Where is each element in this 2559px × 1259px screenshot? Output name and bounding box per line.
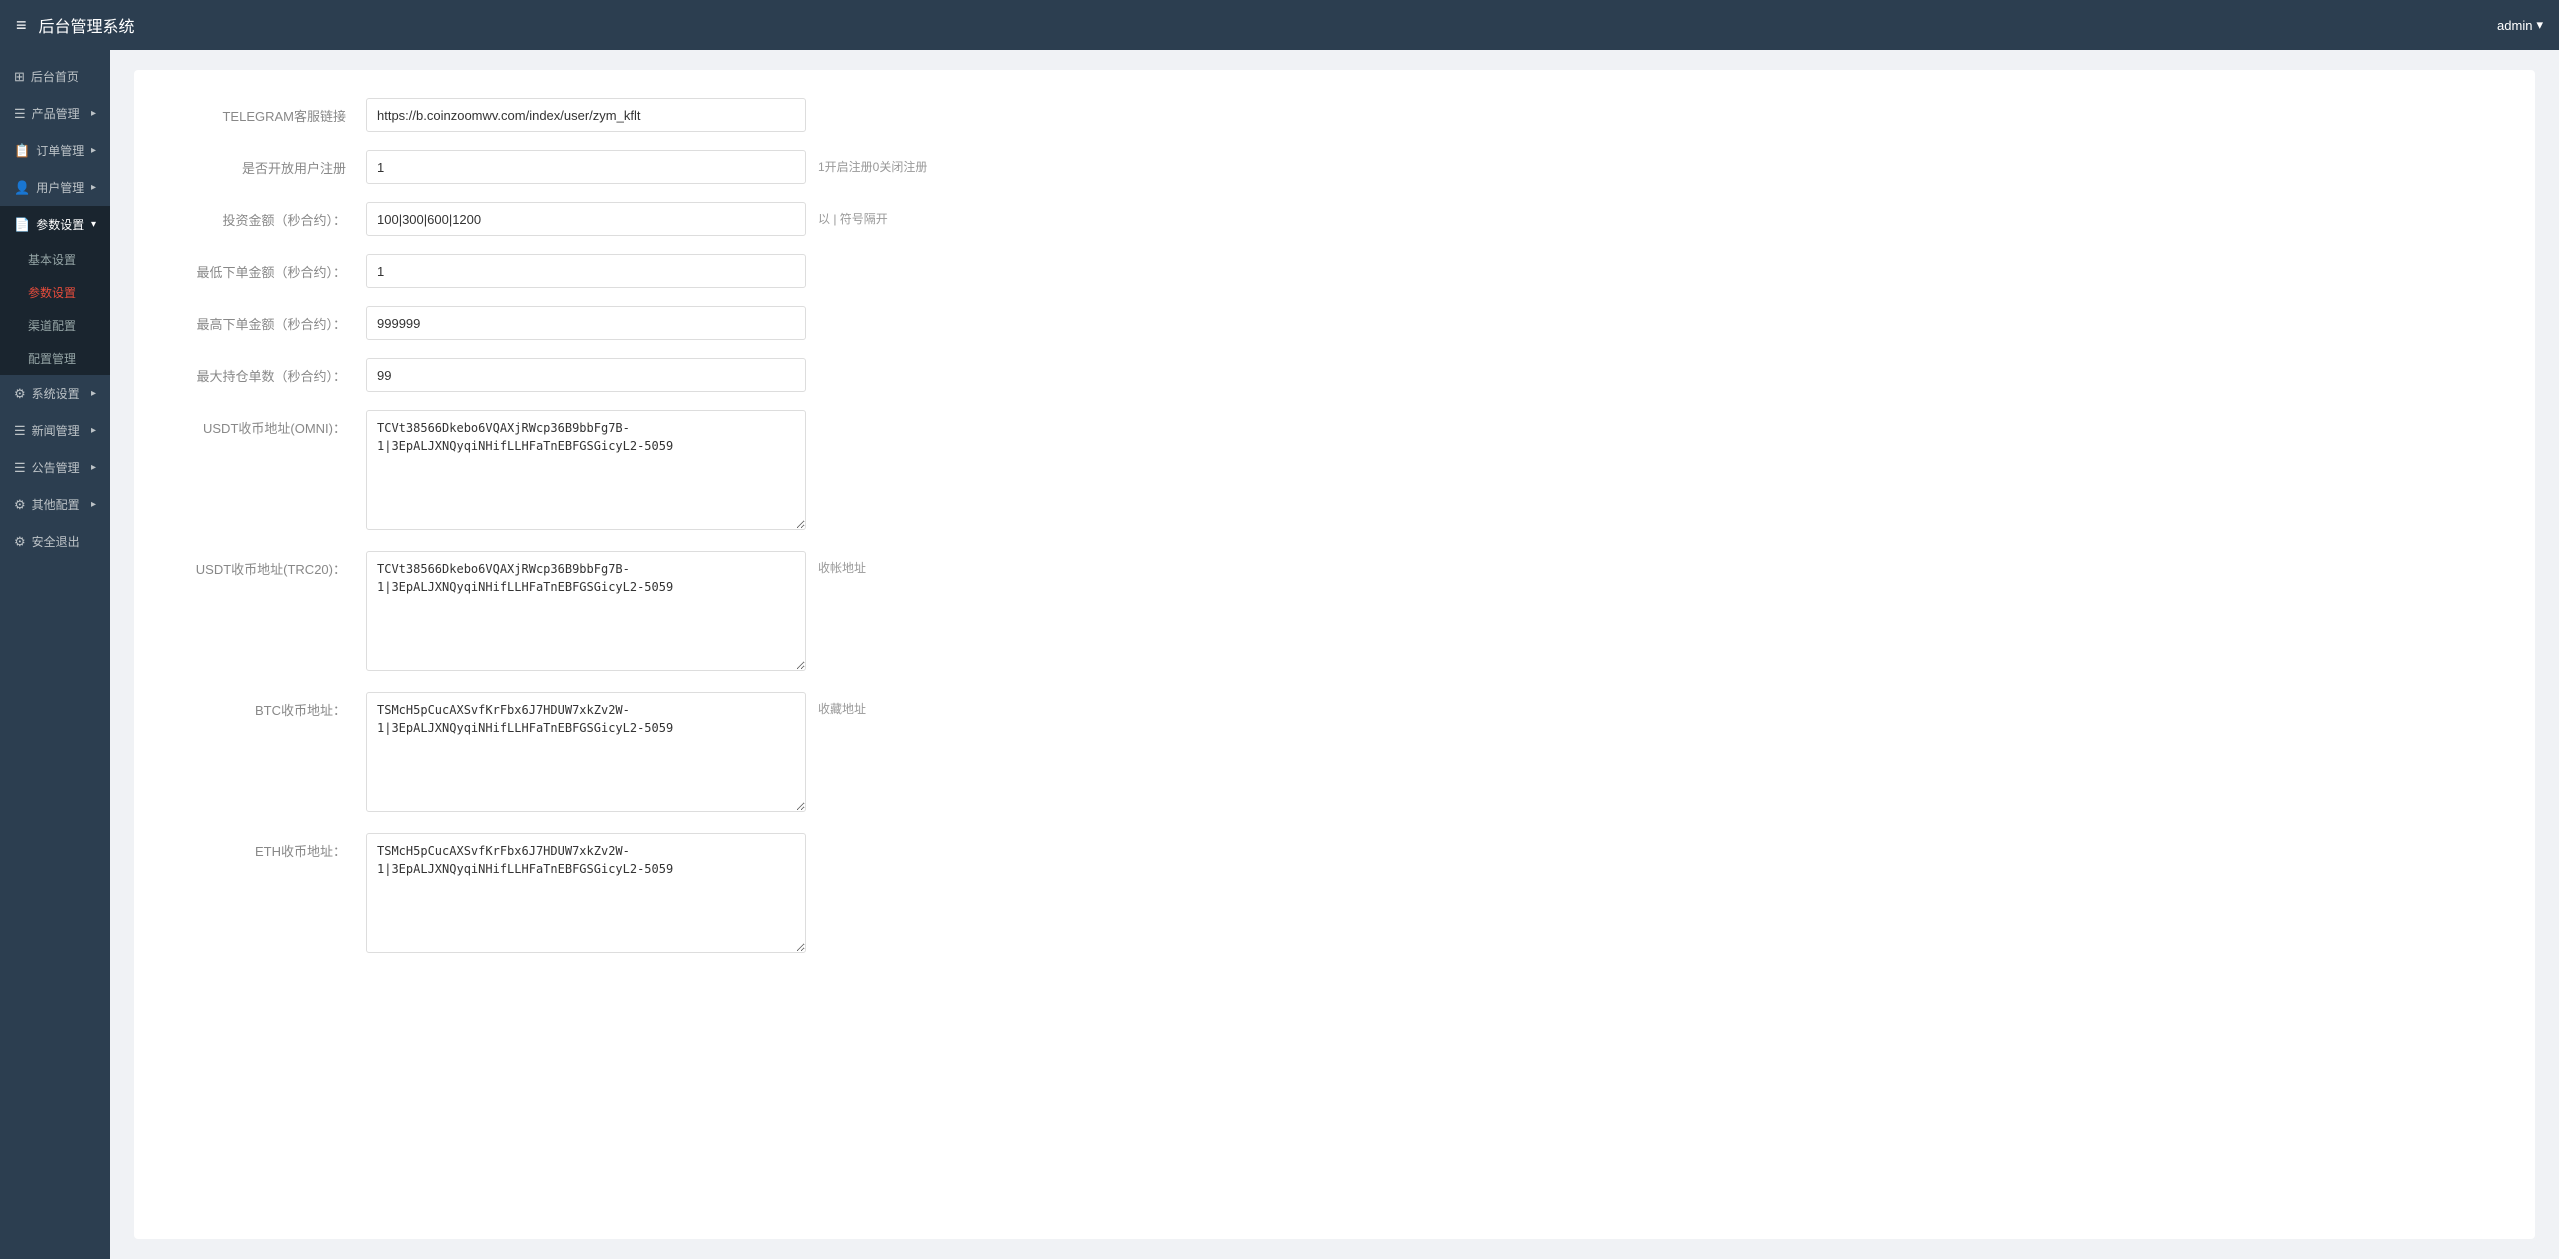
- wrap-invest: [366, 202, 806, 236]
- wrap-btc: TSMcH5pCucAXSvfKrFbx6J7HDUW7xkZv2W-1|3Ep…: [366, 692, 806, 815]
- label-invest: 投资金额（秒合约）：: [166, 202, 366, 229]
- sidebar-item-logout[interactable]: ⚙ 安全退出: [0, 523, 110, 560]
- form-row-telegram: TELEGRAM客服链接: [166, 98, 2503, 132]
- input-min-order[interactable]: [366, 254, 806, 288]
- dashboard-icon: ⊞: [14, 69, 25, 85]
- form-row-usdt-omni: USDT收币地址(OMNI)： TCVt38566Dkebo6VQAXjRWcp…: [166, 410, 2503, 533]
- label-btc: BTC收币地址：: [166, 692, 366, 719]
- textarea-btc[interactable]: TSMcH5pCucAXSvfKrFbx6J7HDUW7xkZv2W-1|3Ep…: [366, 692, 806, 812]
- wrap-max-pos: [366, 358, 806, 392]
- input-max-order[interactable]: [366, 306, 806, 340]
- textarea-usdt-trc20[interactable]: TCVt38566Dkebo6VQAXjRWcp36B9bbFg7B-1|3Ep…: [366, 551, 806, 671]
- logout-icon: ⚙: [14, 534, 26, 550]
- sidebar-item-system[interactable]: ⚙ 系统设置 ▸: [0, 375, 110, 412]
- form-row-max-order: 最高下单金额（秒合约）：: [166, 306, 2503, 340]
- sidebar-label-params: 参数设置: [36, 216, 84, 233]
- submenu-params[interactable]: 参数设置: [0, 276, 110, 309]
- wrap-eth: TSMcH5pCucAXSvfKrFbx6J7HDUW7xkZv2W-1|3Ep…: [366, 833, 806, 956]
- label-eth: ETH收币地址：: [166, 833, 366, 860]
- products-icon: ☰: [14, 106, 26, 122]
- submenu-config[interactable]: 配置管理: [0, 342, 110, 375]
- wrap-usdt-trc20: TCVt38566Dkebo6VQAXjRWcp36B9bbFg7B-1|3Ep…: [366, 551, 806, 674]
- content-card: TELEGRAM客服链接 是否开放用户注册 1开启注册0关闭注册 投资金额（秒合…: [134, 70, 2535, 1239]
- label-max-order: 最高下单金额（秒合约）：: [166, 306, 366, 333]
- params-icon: 📄: [14, 217, 30, 233]
- sidebar-label-news: 新闻管理: [32, 422, 80, 439]
- textarea-eth[interactable]: TSMcH5pCucAXSvfKrFbx6J7HDUW7xkZv2W-1|3Ep…: [366, 833, 806, 953]
- form-row-usdt-trc20: USDT收币地址(TRC20)： TCVt38566Dkebo6VQAXjRWc…: [166, 551, 2503, 674]
- label-usdt-omni: USDT收币地址(OMNI)：: [166, 410, 366, 437]
- label-usdt-trc20: USDT收币地址(TRC20)：: [166, 551, 366, 578]
- label-register: 是否开放用户注册: [166, 150, 366, 177]
- wrap-max-order: [366, 306, 806, 340]
- users-arrow-icon: ▸: [91, 182, 96, 193]
- sidebar-item-dashboard[interactable]: ⊞ 后台首页: [0, 58, 110, 95]
- sidebar-item-products[interactable]: ☰ 产品管理 ▸: [0, 95, 110, 132]
- user-arrow-icon: ▾: [2536, 17, 2543, 33]
- sidebar-item-announcement[interactable]: ☰ 公告管理 ▸: [0, 449, 110, 486]
- hamburger-icon[interactable]: ≡: [16, 15, 27, 36]
- sidebar-item-news[interactable]: ☰ 新闻管理 ▸: [0, 412, 110, 449]
- input-register[interactable]: [366, 150, 806, 184]
- label-telegram: TELEGRAM客服链接: [166, 98, 366, 125]
- hint-register: 1开启注册0关闭注册: [806, 150, 927, 175]
- form-row-min-order: 最低下单金额（秒合约）：: [166, 254, 2503, 288]
- submenu-channel[interactable]: 渠道配置: [0, 309, 110, 342]
- app-title: 后台管理系统: [39, 13, 135, 37]
- sidebar-label-dashboard: 后台首页: [31, 68, 79, 85]
- sidebar-label-users: 用户管理: [36, 179, 84, 196]
- hint-invest: 以 | 符号隔开: [806, 202, 888, 227]
- form-row-max-pos: 最大持仓单数（秒合约）：: [166, 358, 2503, 392]
- sidebar-label-orders: 订单管理: [36, 142, 84, 159]
- label-max-pos: 最大持仓单数（秒合约）：: [166, 358, 366, 385]
- form-row-register: 是否开放用户注册 1开启注册0关闭注册: [166, 150, 2503, 184]
- input-max-pos[interactable]: [366, 358, 806, 392]
- header-left: ≡ 后台管理系统: [16, 13, 135, 37]
- sidebar-label-products: 产品管理: [32, 105, 80, 122]
- sidebar-item-other[interactable]: ⚙ 其他配置 ▸: [0, 486, 110, 523]
- user-menu[interactable]: admin ▾: [2497, 17, 2543, 33]
- sidebar-label-other: 其他配置: [32, 496, 80, 513]
- params-arrow-icon: ▾: [91, 219, 96, 230]
- wrap-register: [366, 150, 806, 184]
- wrap-usdt-omni: TCVt38566Dkebo6VQAXjRWcp36B9bbFg7B-1|3Ep…: [366, 410, 806, 533]
- hint-usdt-trc20: 收帐地址: [806, 551, 866, 576]
- form-row-btc: BTC收币地址： TSMcH5pCucAXSvfKrFbx6J7HDUW7xkZ…: [166, 692, 2503, 815]
- form-row-eth: ETH收币地址： TSMcH5pCucAXSvfKrFbx6J7HDUW7xkZ…: [166, 833, 2503, 956]
- input-invest[interactable]: [366, 202, 806, 236]
- input-telegram[interactable]: [366, 98, 806, 132]
- label-min-order: 最低下单金额（秒合约）：: [166, 254, 366, 281]
- other-icon: ⚙: [14, 497, 26, 513]
- products-arrow-icon: ▸: [91, 108, 96, 119]
- orders-icon: 📋: [14, 143, 30, 159]
- orders-arrow-icon: ▸: [91, 145, 96, 156]
- sidebar: ⊞ 后台首页 ☰ 产品管理 ▸ 📋 订单管理 ▸ 👤 用户管理 ▸ 📄 参数设置…: [0, 50, 110, 1259]
- submenu-basic[interactable]: 基本设置: [0, 243, 110, 276]
- form-row-invest: 投资金额（秒合约）： 以 | 符号隔开: [166, 202, 2503, 236]
- system-arrow-icon: ▸: [91, 388, 96, 399]
- sidebar-label-system: 系统设置: [32, 385, 80, 402]
- top-header: ≡ 后台管理系统 admin ▾: [0, 0, 2559, 50]
- sidebar-label-announcement: 公告管理: [32, 459, 80, 476]
- textarea-usdt-omni[interactable]: TCVt38566Dkebo6VQAXjRWcp36B9bbFg7B-1|3Ep…: [366, 410, 806, 530]
- news-arrow-icon: ▸: [91, 425, 96, 436]
- wrap-min-order: [366, 254, 806, 288]
- news-icon: ☰: [14, 423, 26, 439]
- main-content: TELEGRAM客服链接 是否开放用户注册 1开启注册0关闭注册 投资金额（秒合…: [110, 50, 2559, 1259]
- wrap-telegram: [366, 98, 806, 132]
- username-label: admin: [2497, 18, 2532, 33]
- announcement-icon: ☰: [14, 460, 26, 476]
- sidebar-item-params[interactable]: 📄 参数设置 ▾: [0, 206, 110, 243]
- system-icon: ⚙: [14, 386, 26, 402]
- other-arrow-icon: ▸: [91, 499, 96, 510]
- params-submenu: 基本设置 参数设置 渠道配置 配置管理: [0, 243, 110, 375]
- announcement-arrow-icon: ▸: [91, 462, 96, 473]
- users-icon: 👤: [14, 180, 30, 196]
- sidebar-label-logout: 安全退出: [32, 533, 80, 550]
- hint-btc: 收藏地址: [806, 692, 866, 717]
- sidebar-item-orders[interactable]: 📋 订单管理 ▸: [0, 132, 110, 169]
- sidebar-item-users[interactable]: 👤 用户管理 ▸: [0, 169, 110, 206]
